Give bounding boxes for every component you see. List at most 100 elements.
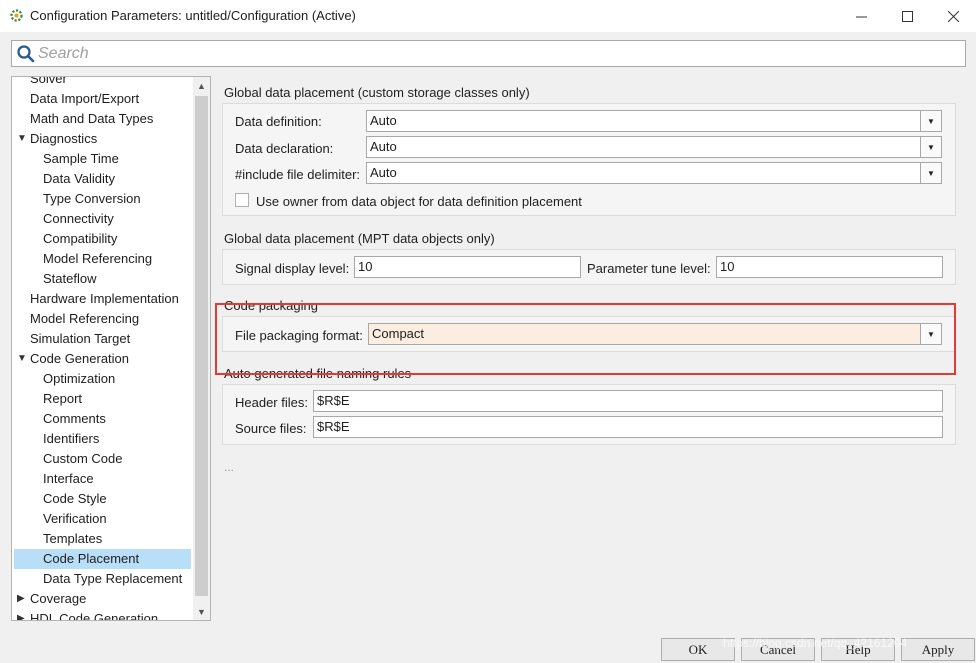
tree-item-label: Sample Time: [43, 151, 119, 166]
data-definition-label: Data definition:: [235, 114, 322, 129]
signal-display-field[interactable]: 10: [354, 256, 581, 278]
include-delimiter-label: #include file delimiter:: [235, 167, 361, 182]
tree-item-label: Type Conversion: [43, 191, 141, 206]
tree-item-type-conversion[interactable]: Type Conversion: [43, 189, 141, 209]
tree-item-label: Model Referencing: [30, 311, 140, 326]
group-title-global-mpt: Global data placement (MPT data objects …: [224, 231, 495, 246]
tree-item-sample-time[interactable]: Sample Time: [43, 149, 119, 169]
maximize-button[interactable]: [884, 0, 930, 32]
apply-button[interactable]: Apply: [901, 638, 975, 661]
watermark: https://blog.csdn.net/qq_42161204: [723, 636, 908, 650]
data-declaration-label: Data declaration:: [235, 141, 334, 156]
tree-item-simulation-target[interactable]: Simulation Target: [30, 329, 130, 349]
tree-item-templates[interactable]: Templates: [43, 529, 102, 549]
parameter-tune-label: Parameter tune level:: [587, 261, 711, 276]
search-box[interactable]: [11, 40, 966, 67]
collapse-arrow-icon[interactable]: ▶: [17, 609, 25, 620]
use-owner-checkbox[interactable]: [235, 193, 249, 207]
tree-item-label: Custom Code: [43, 451, 123, 466]
close-button[interactable]: [930, 0, 976, 32]
tree-item-label: Identifiers: [43, 431, 100, 446]
category-tree: Solver Data Import/Export Math and Data …: [11, 76, 211, 621]
scroll-thumb[interactable]: [195, 96, 208, 596]
group-title-global-custom: Global data placement (custom storage cl…: [224, 85, 530, 100]
tree-item-label: Interface: [43, 471, 94, 486]
tree-item-label: Verification: [43, 511, 107, 526]
tree-item-model-referencing-diag[interactable]: Model Referencing: [43, 249, 152, 269]
tree-item-stateflow[interactable]: Stateflow: [43, 269, 96, 289]
tree-item-code-style[interactable]: Code Style: [43, 489, 107, 509]
tree-item-hdl-code-generation[interactable]: HDL Code Generation: [30, 609, 159, 621]
scroll-up-arrow-icon[interactable]: ▲: [193, 77, 210, 94]
tree-item-compatibility[interactable]: Compatibility: [43, 229, 117, 249]
title-bar: Configuration Parameters: untitled/Confi…: [0, 0, 976, 32]
tree-item-label: Code Generation: [30, 351, 130, 366]
dropdown-arrow-icon[interactable]: ▼: [920, 137, 941, 157]
tree-item-label: Data Validity: [43, 171, 116, 186]
tree-item-model-referencing[interactable]: Model Referencing: [30, 309, 139, 329]
dropdown-arrow-icon[interactable]: ▼: [920, 163, 941, 183]
simulink-gear-icon: [10, 9, 23, 22]
tree-item-label: Comments: [43, 411, 106, 426]
tree-item-label: HDL Code Generation: [30, 611, 159, 621]
minimize-button[interactable]: [838, 0, 884, 32]
data-definition-value: Auto: [370, 113, 397, 128]
tree-item-code-placement[interactable]: Code Placement: [14, 549, 191, 569]
close-icon: [947, 10, 959, 22]
tree-item-label: Data Type Replacement: [43, 571, 183, 586]
collapse-arrow-icon[interactable]: ▶: [17, 589, 25, 609]
use-owner-label: Use owner from data object for data defi…: [256, 194, 582, 209]
include-delimiter-value: Auto: [370, 165, 397, 180]
tree-item-hardware-implementation[interactable]: Hardware Implementation: [30, 289, 179, 309]
highlight-annotation: [215, 303, 956, 375]
dropdown-arrow-icon[interactable]: ▼: [920, 111, 941, 131]
header-files-label: Header files:: [235, 395, 308, 410]
expand-arrow-icon[interactable]: ▼: [17, 129, 27, 149]
tree-item-data-validity[interactable]: Data Validity: [43, 169, 115, 189]
data-declaration-dropdown[interactable]: Auto ▼: [366, 136, 942, 158]
tree-item-label: Hardware Implementation: [30, 291, 179, 306]
tree-item-label: Code Placement: [43, 551, 140, 566]
tree-item-data-type-replacement[interactable]: Data Type Replacement: [43, 569, 182, 589]
data-definition-dropdown[interactable]: Auto ▼: [366, 110, 942, 132]
tree-item-label: Compatibility: [43, 231, 118, 246]
tree-item-custom-code[interactable]: Custom Code: [43, 449, 122, 469]
tree-item-report[interactable]: Report: [43, 389, 82, 409]
tree-item-label: Math and Data Types: [30, 111, 154, 126]
tree-item-label: Data Import/Export: [30, 91, 140, 106]
include-delimiter-dropdown[interactable]: Auto ▼: [366, 162, 942, 184]
tree-item-label: Solver: [30, 76, 67, 86]
tree-item-interface[interactable]: Interface: [43, 469, 94, 489]
tree-item-label: Coverage: [30, 591, 87, 606]
tree-item-label: Optimization: [43, 371, 116, 386]
search-icon: [17, 45, 35, 63]
tree-scrollbar[interactable]: ▲ ▼: [193, 77, 210, 620]
tree-item-data-import-export[interactable]: Data Import/Export: [30, 89, 139, 109]
tree-item-label: Simulation Target: [30, 331, 131, 346]
tree-item-diagnostics[interactable]: Diagnostics: [30, 129, 97, 149]
tree-item-coverage[interactable]: Coverage: [30, 589, 86, 609]
tree-item-identifiers[interactable]: Identifiers: [43, 429, 99, 449]
tree-item-label: Code Style: [43, 491, 107, 506]
tree-item-math-and-data-types[interactable]: Math and Data Types: [30, 109, 153, 129]
parameter-tune-field[interactable]: 10: [716, 256, 943, 278]
tree-item-label: Connectivity: [43, 211, 114, 226]
tree-item-label: Report: [43, 391, 83, 406]
tree-item-connectivity[interactable]: Connectivity: [43, 209, 114, 229]
header-files-field[interactable]: $R$E: [313, 390, 943, 412]
tree-item-comments[interactable]: Comments: [43, 409, 106, 429]
window-title: Configuration Parameters: untitled/Confi…: [30, 8, 356, 23]
source-files-field[interactable]: $R$E: [313, 416, 943, 438]
more-options-ellipsis[interactable]: ...: [224, 460, 234, 474]
tree-item-optimization[interactable]: Optimization: [43, 369, 115, 389]
expand-arrow-icon[interactable]: ▼: [17, 349, 27, 369]
tree-item-solver[interactable]: Solver: [30, 76, 67, 89]
tree-item-verification[interactable]: Verification: [43, 509, 107, 529]
source-files-label: Source files:: [235, 421, 307, 436]
minimize-icon: [855, 16, 867, 17]
maximize-icon: [901, 10, 913, 22]
search-input[interactable]: [38, 42, 938, 65]
tree-item-code-generation[interactable]: Code Generation: [30, 349, 129, 369]
scroll-down-arrow-icon[interactable]: ▼: [193, 603, 210, 620]
signal-display-label: Signal display level:: [235, 261, 350, 276]
